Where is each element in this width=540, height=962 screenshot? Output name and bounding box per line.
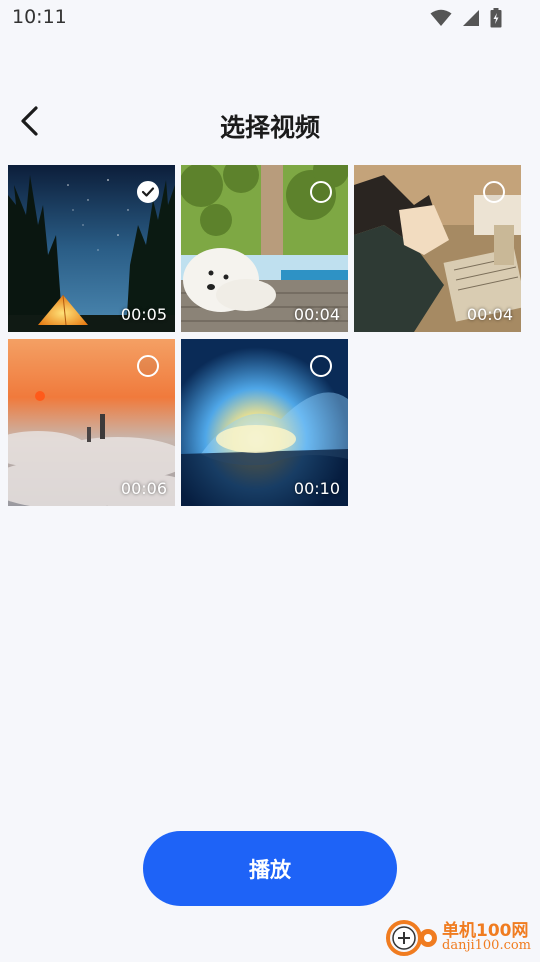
video-duration: 00:05 (120, 305, 167, 324)
select-checkbox[interactable] (483, 181, 505, 203)
brand-logo-icon (384, 916, 440, 962)
watermark: 单机100网 danji100.com (384, 916, 534, 958)
video-item[interactable]: 00:06 (8, 339, 175, 506)
header: 选择视频 (0, 98, 540, 148)
select-checkbox[interactable] (137, 181, 159, 203)
select-checkbox[interactable] (310, 181, 332, 203)
video-duration: 00:04 (293, 305, 340, 324)
video-duration: 00:10 (293, 479, 340, 498)
wifi-icon (430, 9, 452, 27)
check-icon (141, 183, 155, 202)
video-item[interactable]: 00:05 (8, 165, 175, 332)
select-checkbox[interactable] (310, 355, 332, 377)
status-time: 10:11 (12, 6, 67, 28)
select-checkbox[interactable] (137, 355, 159, 377)
video-item[interactable]: 00:04 (181, 165, 348, 332)
watermark-url: danji100.com (442, 938, 532, 953)
cell-signal-icon (462, 9, 480, 27)
video-item[interactable]: 00:10 (181, 339, 348, 506)
video-duration: 00:04 (466, 305, 513, 324)
video-item[interactable]: 00:04 (354, 165, 521, 332)
page-title: 选择视频 (219, 113, 320, 142)
play-button[interactable]: 播放 (143, 831, 397, 906)
video-duration: 00:06 (120, 479, 167, 498)
status-icons (430, 8, 502, 28)
status-bar: 10:11 (0, 0, 540, 36)
battery-charging-icon (490, 8, 502, 28)
